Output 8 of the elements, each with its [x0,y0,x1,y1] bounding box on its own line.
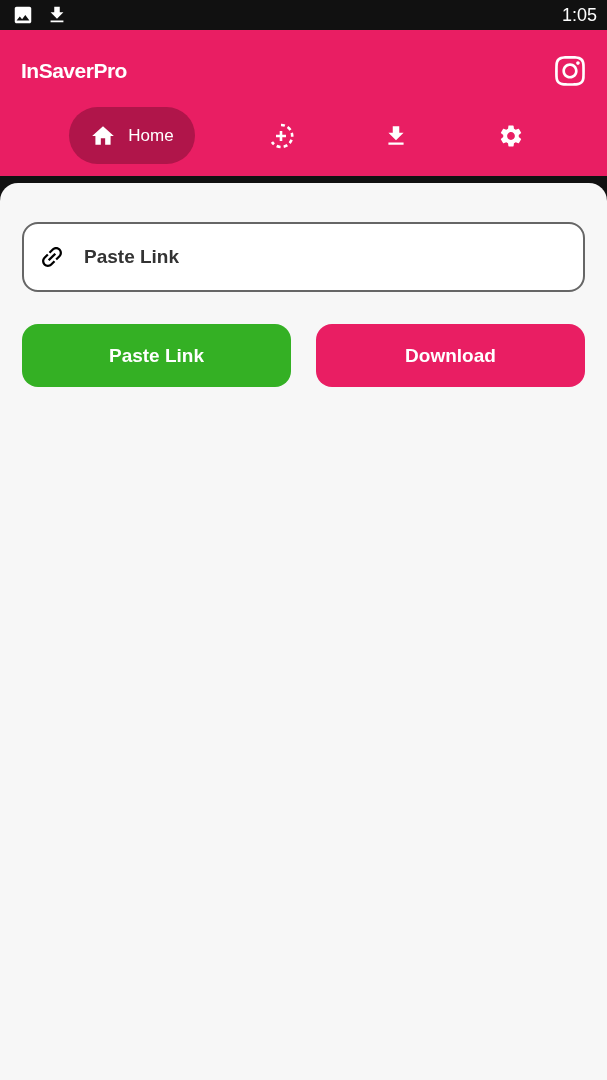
home-tab[interactable]: Home [69,107,195,164]
paste-button[interactable]: Paste Link [22,324,291,387]
image-icon [12,4,34,26]
status-time: 1:05 [561,4,597,26]
instagram-icon[interactable] [553,54,587,88]
link-input-field[interactable]: Paste Link [22,222,585,292]
download-button[interactable]: Download [316,324,585,387]
app-title: InSaverPro [21,59,127,83]
